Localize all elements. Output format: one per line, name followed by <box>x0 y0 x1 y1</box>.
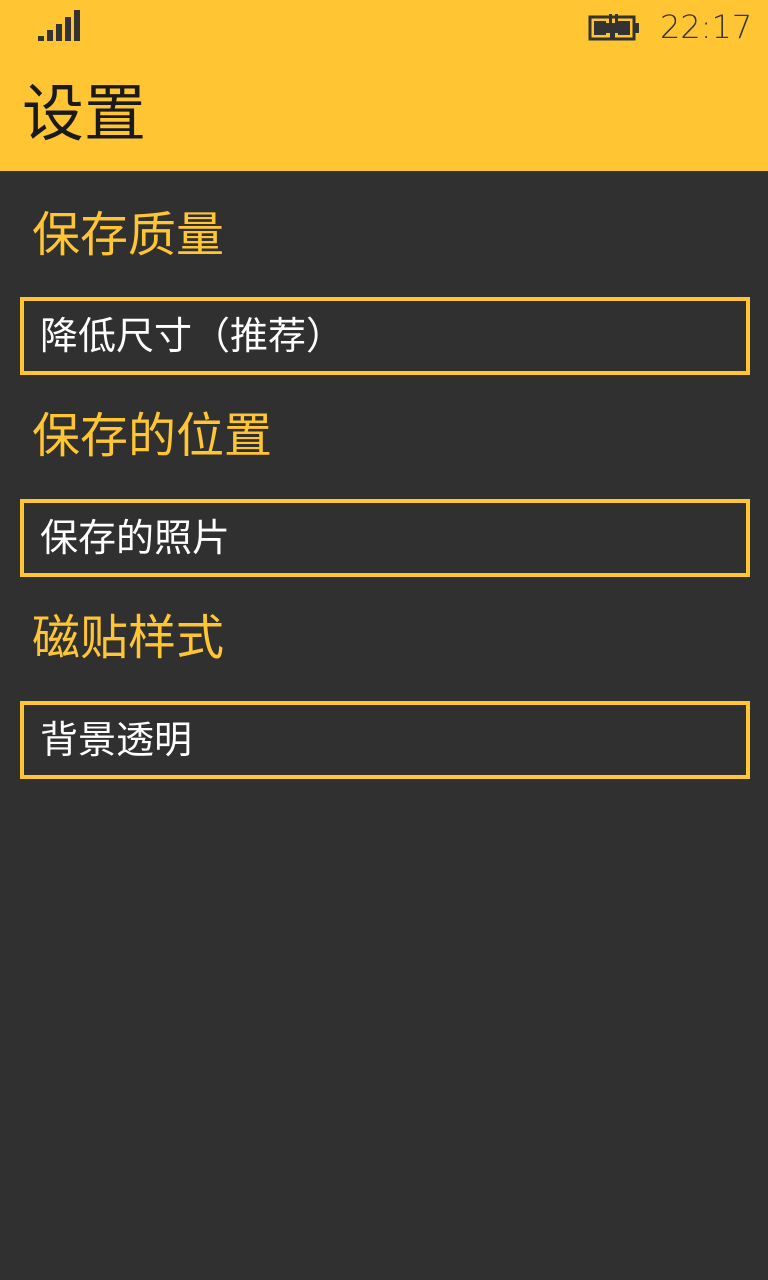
status-bar: 22:17 <box>0 0 768 56</box>
section-heading-save-quality: 保存质量 <box>32 207 225 263</box>
save-quality-value: 降低尺寸（推荐） <box>40 314 345 358</box>
tile-style-picker[interactable]: 背景透明 <box>20 701 750 779</box>
section-heading-tile-style: 磁贴样式 <box>32 610 225 666</box>
tile-style-value: 背景透明 <box>40 718 193 762</box>
save-location-value: 保存的照片 <box>40 516 231 560</box>
save-quality-picker[interactable]: 降低尺寸（推荐） <box>20 297 750 375</box>
battery-charging-icon <box>588 14 639 41</box>
save-location-picker[interactable]: 保存的照片 <box>20 499 750 577</box>
signal-strength-icon <box>38 10 80 41</box>
page-title: 设置 <box>22 77 147 150</box>
status-time: 22:17 <box>660 8 753 46</box>
section-heading-save-location: 保存的位置 <box>32 408 273 464</box>
app-header: 22:17 设置 <box>0 0 768 171</box>
